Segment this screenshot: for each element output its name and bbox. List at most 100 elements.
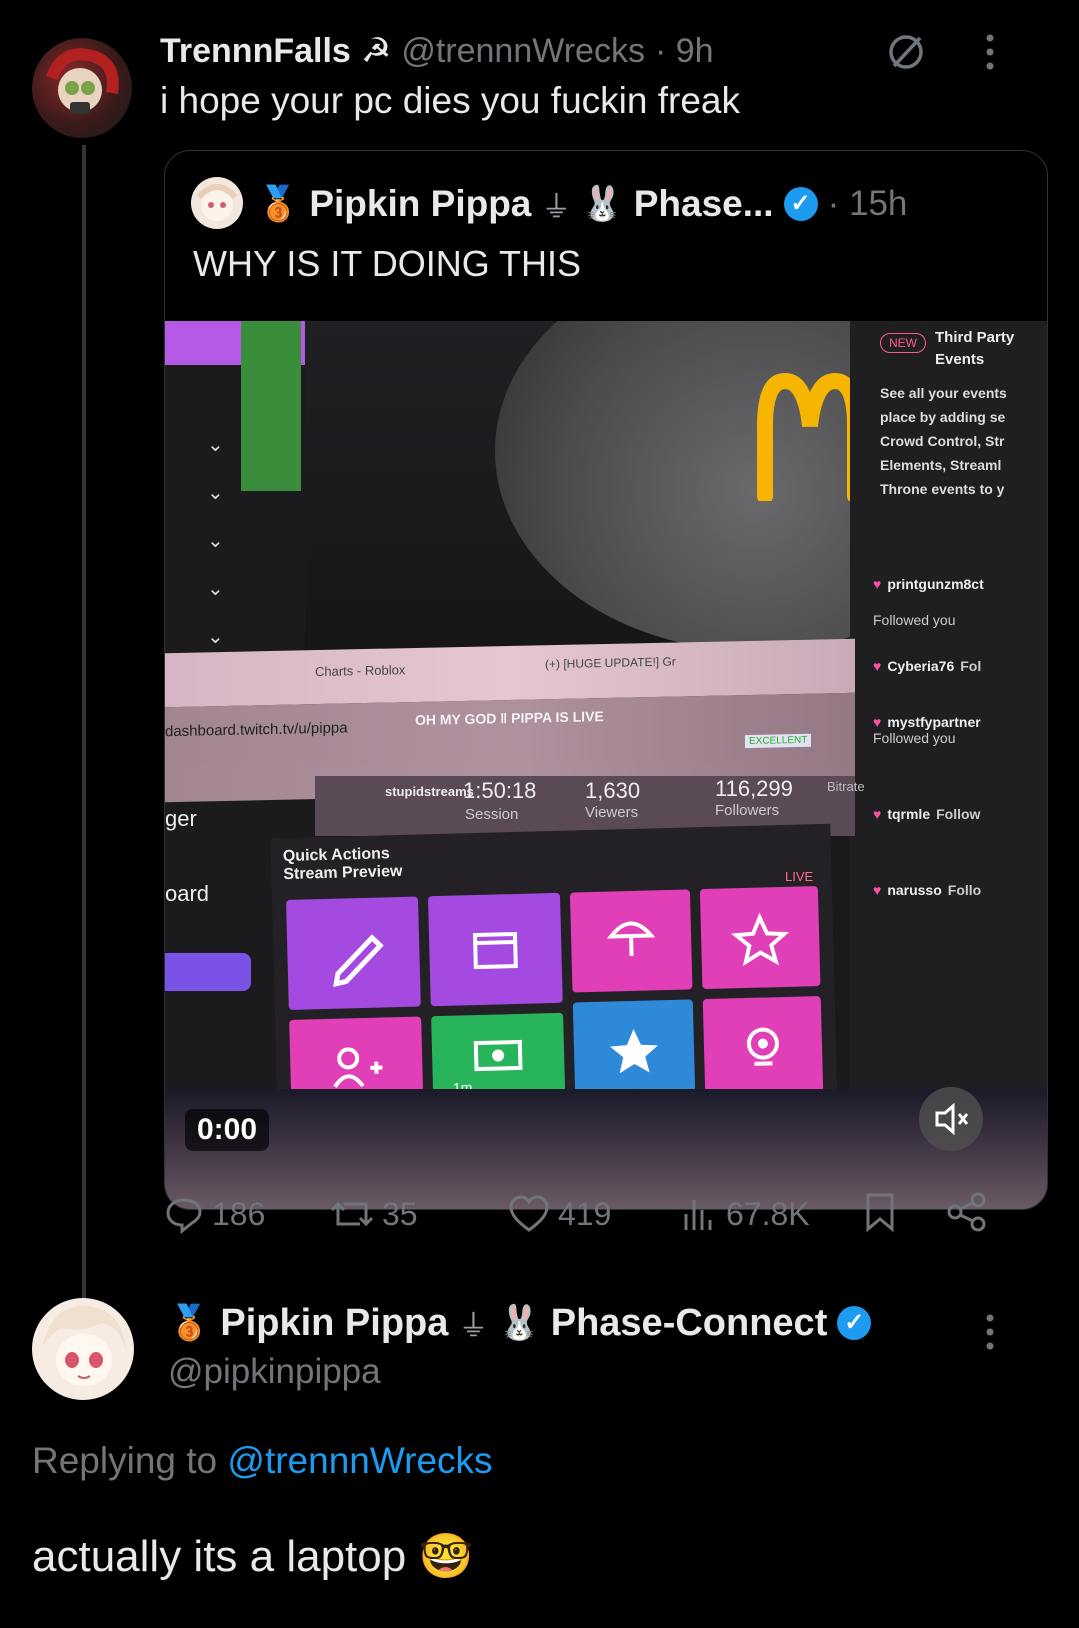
bunny-icon: 🐰	[498, 1304, 541, 1342]
quote-author-name: Pipkin Pippa	[309, 183, 532, 224]
raid-tile[interactable]	[569, 889, 693, 993]
tweet-text: i hope your pc dies you fuckin freak	[160, 80, 740, 121]
more-icon[interactable]	[970, 30, 1010, 74]
pencil-icon	[333, 934, 384, 987]
share-icon	[947, 1192, 986, 1231]
reply-avatar[interactable]	[32, 1298, 134, 1400]
quote-author-suffix: Phase...	[633, 183, 774, 224]
star-outline-icon	[730, 912, 790, 967]
favorite-tile[interactable]	[572, 999, 696, 1103]
feed-action: Followed you	[873, 612, 956, 628]
views-button[interactable]: 67.8K	[680, 1194, 860, 1234]
like-button[interactable]: 419	[508, 1194, 680, 1234]
feed-name: tqrmle	[887, 806, 931, 822]
session-label: Session	[465, 806, 519, 823]
heart-icon: ♥	[873, 806, 882, 822]
nerd-face-emoji: 🤓	[418, 1532, 474, 1581]
address-bar-url: dashboard.twitch.tv/u/pippa	[165, 719, 348, 741]
channel-name: stupidstreams	[385, 784, 474, 799]
plug-icon: ⏚	[541, 191, 572, 224]
reply-text: actually its a laptop	[32, 1532, 407, 1581]
bookmark-icon	[866, 1193, 894, 1232]
author-handle[interactable]: @trennnWrecks	[401, 32, 645, 71]
reply-icon	[166, 1198, 202, 1234]
tweet-time[interactable]: · 9h	[655, 32, 714, 71]
clip-tile[interactable]	[427, 892, 563, 1007]
replying-to-handle[interactable]: @trennnWrecks	[227, 1440, 492, 1481]
browser-tab: Charts - Roblox	[315, 662, 406, 680]
third-party-title: Third Party Events	[935, 329, 1015, 368]
medal-icon: 🥉	[168, 1304, 211, 1342]
more-icon[interactable]	[970, 1310, 1010, 1354]
live-badge: LIVE	[785, 869, 814, 884]
live-title: OH MY GOD ‖ PIPPA IS LIVE	[415, 708, 604, 728]
avatar[interactable]	[32, 38, 132, 138]
menu-label: ger	[165, 806, 197, 831]
stream-preview-title: Stream Preview	[283, 862, 403, 884]
chevron-down-icon[interactable]: ⌄	[207, 565, 224, 613]
avatar-art	[42, 1305, 126, 1386]
reply-button[interactable]: 186	[164, 1194, 330, 1234]
camera-tile[interactable]	[702, 996, 824, 1100]
heart-outline-icon	[509, 1195, 549, 1232]
repost-icon	[330, 1201, 374, 1227]
chevron-down-icon[interactable]: ⌄	[207, 517, 224, 565]
views-count: 67.8K	[726, 1195, 810, 1232]
webcam-icon	[746, 1027, 779, 1066]
followers-count: 116,299	[715, 776, 793, 801]
chevron-down-icon[interactable]: ⌄	[207, 469, 224, 517]
author-name[interactable]: TrennnFalls	[160, 32, 351, 71]
feed-action: Follow	[936, 806, 981, 822]
new-badge: NEW	[880, 333, 926, 353]
mute-button[interactable]	[919, 1087, 983, 1151]
feed-name: narusso	[887, 882, 942, 898]
viewers-count: 1,630	[585, 778, 641, 803]
reply-author-suffix[interactable]: Phase-Connect	[551, 1302, 828, 1345]
excellent-badge: EXCELLENT	[745, 733, 812, 749]
heart-icon: ♥	[873, 576, 882, 592]
quote-time: · 15h	[827, 184, 908, 223]
quote-card[interactable]: 🥉 Pipkin Pippa ⏚ 🐰 Phase... ✓ · 15h WHY …	[164, 150, 1048, 1210]
quote-avatar	[191, 177, 243, 229]
views-chart-icon	[684, 1200, 712, 1230]
third-party-desc: See all your events place by adding se C…	[880, 385, 1007, 497]
medal-icon: 🥉	[257, 185, 300, 223]
clapperboard-icon	[472, 931, 518, 970]
speaker-muted-icon	[935, 1102, 969, 1136]
chevron-down-icon[interactable]: ⌄	[207, 421, 224, 469]
repost-button[interactable]: 35	[330, 1194, 508, 1234]
feed-action: Fol	[960, 658, 982, 674]
bookmark-button[interactable]	[860, 1191, 946, 1238]
plug-icon: ⏚	[458, 1310, 489, 1343]
repost-count: 35	[382, 1195, 418, 1232]
heart-icon: ♥	[873, 882, 882, 898]
session-time: 1:50:18	[463, 778, 537, 803]
parachute-icon	[606, 921, 656, 957]
viewers-label: Viewers	[585, 804, 639, 821]
feed-name: mystfypartner	[887, 714, 981, 730]
feed-action: Follo	[947, 882, 982, 898]
share-button[interactable]	[946, 1191, 988, 1238]
followers-label: Followers	[715, 802, 780, 819]
video-player[interactable]: ⌄ ⌄ ⌄ ⌄ ⌄ NEW Third Party Events See all…	[165, 321, 1047, 1209]
reply-author-name[interactable]: Pipkin Pippa	[220, 1302, 448, 1345]
edit-tile[interactable]	[286, 896, 421, 1010]
reply-count: 186	[212, 1195, 266, 1232]
grok-icon[interactable]	[884, 30, 928, 74]
browser-tab: (+) [HUGE UPDATE!] Gr	[545, 654, 676, 672]
star-icon	[609, 1028, 658, 1074]
feed-name: Cyberia76	[887, 658, 955, 674]
feed-name: printgunzm8ct	[887, 576, 984, 592]
menu-label: oard	[165, 881, 210, 906]
reply-author-handle[interactable]: @pipkinpippa	[168, 1352, 381, 1392]
name-emoji: ☭	[360, 32, 392, 70]
verified-icon: ✓	[783, 187, 818, 221]
highlight-tile[interactable]	[699, 886, 821, 990]
avatar-art	[46, 48, 119, 114]
feed-action: Followed you	[873, 730, 956, 746]
like-count: 419	[558, 1195, 612, 1232]
heart-icon: ♥	[873, 714, 882, 730]
thread-line	[82, 145, 86, 1335]
video-timestamp: 0:00	[185, 1109, 270, 1151]
quote-text: WHY IS IT DOING THIS	[193, 243, 582, 284]
